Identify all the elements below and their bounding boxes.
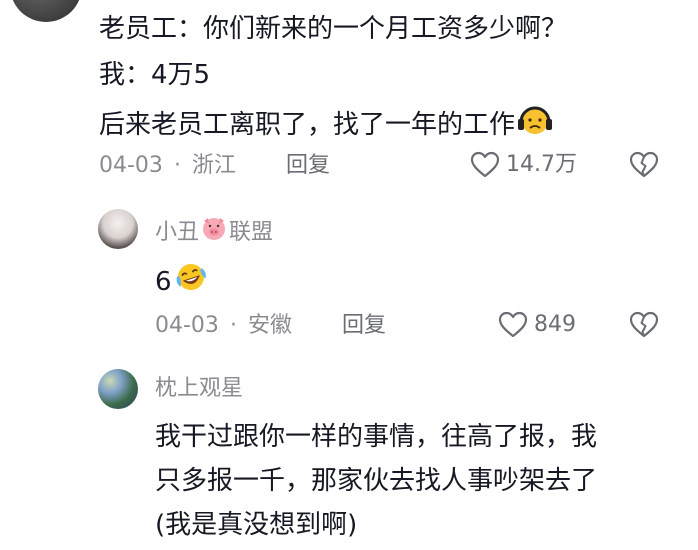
comment-meta: 04-03 · 安徽 <box>155 311 292 341</box>
comment-date: 04-03 <box>99 153 163 178</box>
username-text: 小丑 <box>155 219 200 245</box>
like-count: 14.7万 <box>506 152 577 177</box>
username[interactable]: 小丑 联盟 <box>155 215 273 250</box>
laugh-crying-emoji <box>173 260 209 303</box>
comment-text-line: 后来老员工离职了，找了一年的工作 <box>99 103 553 146</box>
comment-meta: 04-03 · 浙江 <box>99 151 236 181</box>
reply-button[interactable]: 回复 <box>286 151 330 181</box>
avatar[interactable] <box>98 209 138 249</box>
username-text: 联盟 <box>229 219 274 245</box>
comment-text: 6 <box>155 266 172 297</box>
comment-text-line: 6 <box>155 260 209 303</box>
avatar[interactable] <box>98 369 138 409</box>
comment-date: 04-03 <box>155 313 219 338</box>
username[interactable]: 枕上观星 <box>155 374 243 404</box>
headphones-face-emoji <box>517 103 553 146</box>
meta-dot: · <box>173 153 181 178</box>
broken-heart-icon <box>629 311 659 338</box>
pig-face-emoji <box>200 215 228 250</box>
comment-text-line: 老员工：你们新来的一个月工资多少啊？ <box>99 14 568 44</box>
broken-heart-icon <box>629 151 659 178</box>
comment-text: 后来老员工离职了，找了一年的工作 <box>99 109 516 140</box>
like-count: 849 <box>534 312 576 337</box>
heart-outline-icon <box>498 311 528 338</box>
comment-text-line: 我干过跟你一样的事情，往高了报，我 <box>155 422 598 452</box>
heart-outline-icon <box>470 151 500 178</box>
dislike-button[interactable] <box>629 151 659 183</box>
dislike-button[interactable] <box>629 311 659 343</box>
comment-text-line: 我：4万5 <box>99 60 211 90</box>
comment-location: 浙江 <box>191 153 236 178</box>
like-button[interactable]: 849 <box>498 310 576 340</box>
reply-button[interactable]: 回复 <box>342 311 386 341</box>
avatar[interactable] <box>10 0 82 22</box>
meta-dot: · <box>229 313 237 338</box>
like-button[interactable]: 14.7万 <box>470 150 577 180</box>
comment-text-line: 只多报一千，那家伙去找人事吵架去了 <box>155 466 598 496</box>
comment-location: 安徽 <box>247 313 292 338</box>
comment-text-line: (我是真没想到啊) <box>155 510 358 540</box>
